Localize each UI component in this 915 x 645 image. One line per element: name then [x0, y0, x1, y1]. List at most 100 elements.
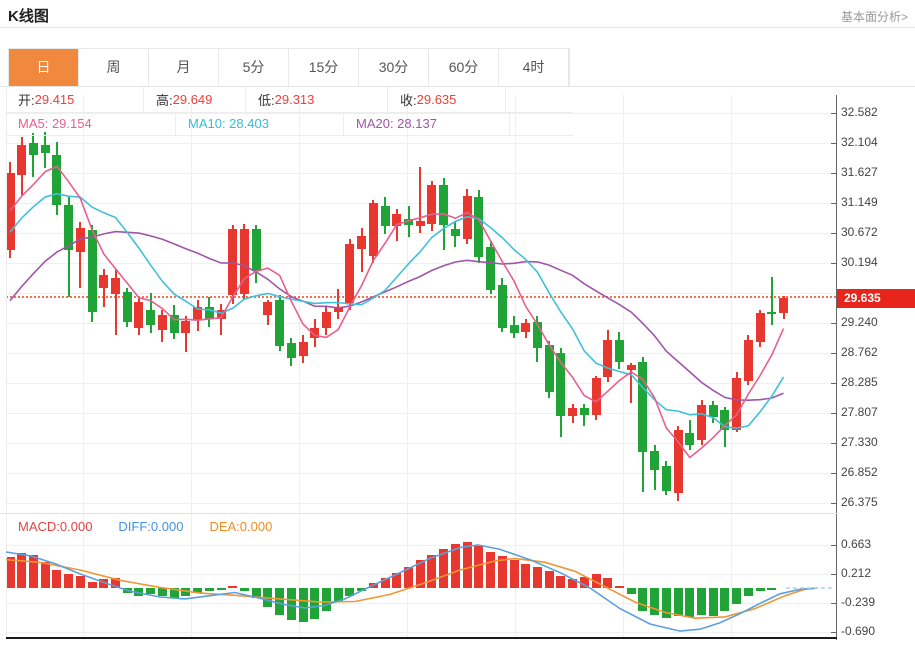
macd-bar	[510, 560, 519, 588]
macd-bar	[369, 583, 378, 588]
macd-bar	[521, 564, 530, 588]
tick-mark	[831, 203, 836, 204]
candle	[404, 219, 413, 225]
ma-cell: MA10: 28.403	[176, 112, 344, 135]
candle	[205, 307, 214, 320]
candle	[88, 230, 97, 312]
macd-axis-label: -0.690	[841, 624, 875, 638]
tick-mark	[831, 173, 836, 174]
candle	[322, 312, 331, 328]
candle	[486, 247, 495, 290]
x-axis	[6, 637, 837, 639]
macd-bar	[592, 574, 601, 588]
candle	[287, 343, 296, 358]
macd-bar	[29, 555, 38, 588]
macd-bar	[263, 588, 272, 607]
last-price-tag: 29.635	[837, 289, 915, 308]
tick-mark	[831, 413, 836, 414]
gridline-horizontal	[6, 503, 836, 504]
candle	[123, 292, 132, 322]
macd-bar	[345, 588, 354, 596]
candle-wick	[220, 304, 222, 335]
macd-bar	[111, 578, 120, 588]
candle	[416, 221, 425, 226]
candle	[521, 323, 530, 332]
macd-axis-label: -0.239	[841, 595, 875, 609]
macd-bar	[533, 567, 542, 588]
candle	[252, 229, 261, 271]
gridline-horizontal	[6, 443, 836, 444]
macd-bar	[568, 579, 577, 588]
gridline-vertical	[299, 95, 300, 638]
macd-bar	[299, 588, 308, 622]
tick-mark	[831, 323, 836, 324]
candle	[463, 196, 472, 239]
y-axis-label: 32.582	[841, 105, 878, 119]
candle	[334, 307, 343, 312]
candle	[111, 278, 120, 294]
macd-bar	[146, 588, 155, 594]
macd-axis-label: 0.663	[841, 537, 871, 551]
macd-bar	[427, 555, 436, 588]
macd-bar	[451, 544, 460, 588]
candle	[29, 143, 38, 155]
candle	[181, 321, 190, 334]
candle	[41, 145, 50, 153]
candle	[369, 203, 378, 256]
candle	[498, 285, 507, 328]
gridline-horizontal	[6, 263, 836, 264]
candle	[697, 405, 706, 440]
candle	[580, 408, 589, 415]
candle	[134, 302, 143, 328]
ohlc-cell: 收:29.635	[388, 87, 506, 112]
candle	[720, 410, 729, 430]
candle	[592, 378, 601, 414]
macd-bar	[615, 586, 624, 588]
tick-mark	[831, 443, 836, 444]
ohlc-info-row: 开:29.415高:29.649低:29.313收:29.635	[6, 87, 573, 113]
macd-bar	[744, 588, 753, 596]
candle	[217, 310, 226, 319]
macd-bar	[498, 556, 507, 588]
gridline-vertical	[515, 95, 516, 638]
gridline-vertical	[623, 95, 624, 638]
candle	[556, 353, 565, 416]
candle	[545, 345, 554, 392]
plot-left-border	[6, 87, 7, 638]
macd-bar	[627, 588, 636, 594]
macd-bar	[287, 588, 296, 620]
gridline-horizontal	[6, 143, 836, 144]
candle	[603, 340, 612, 377]
macd-bar	[439, 549, 448, 588]
candle	[756, 313, 765, 343]
macd-bar	[767, 588, 776, 590]
macd-bar	[252, 588, 261, 598]
tick-mark	[831, 233, 836, 234]
tick-mark	[831, 503, 836, 504]
macd-bar	[310, 588, 319, 619]
candle	[17, 145, 26, 175]
macd-bar	[732, 588, 741, 604]
macd-divider	[0, 513, 837, 514]
y-axis-label: 30.194	[841, 255, 878, 269]
candle	[170, 315, 179, 333]
candle	[52, 155, 61, 205]
candle	[451, 229, 460, 236]
macd-bar	[650, 588, 659, 615]
tick-mark	[831, 113, 836, 114]
candle	[674, 430, 683, 494]
y-axis-label: 31.627	[841, 165, 878, 179]
y-axis-label: 30.672	[841, 225, 878, 239]
candle	[64, 205, 73, 250]
macd-bar	[463, 542, 472, 588]
tick-mark	[831, 143, 836, 144]
candle	[427, 185, 436, 224]
y-axis	[836, 95, 837, 640]
candle	[779, 298, 788, 313]
candle	[275, 300, 284, 346]
macd-bar	[123, 588, 132, 593]
candle	[685, 433, 694, 445]
gridline-horizontal	[6, 632, 836, 633]
candle	[392, 214, 401, 227]
candle	[662, 466, 671, 491]
